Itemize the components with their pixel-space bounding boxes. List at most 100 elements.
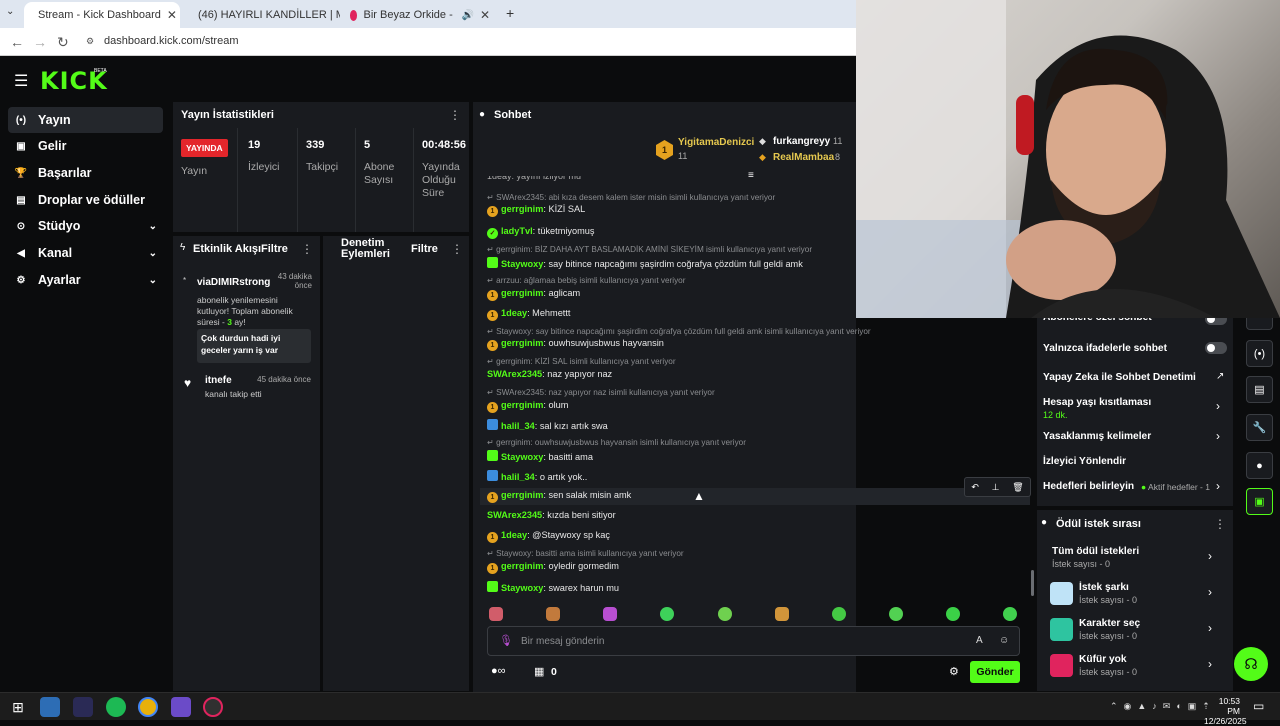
app-icon[interactable] bbox=[73, 697, 93, 717]
gifter-name[interactable]: RealMambaa bbox=[773, 152, 834, 163]
clock[interactable]: 10:53 PM 12/26/2025 bbox=[1204, 696, 1247, 726]
chat-scrollbar[interactable] bbox=[1031, 570, 1034, 596]
emote-icon[interactable] bbox=[1003, 607, 1017, 621]
chat-username[interactable]: Staywoxy bbox=[501, 259, 543, 269]
sidebar-item-gelir[interactable]: ▣ Gelir bbox=[8, 133, 163, 159]
quick-action-button[interactable] bbox=[1246, 318, 1273, 330]
chat-username[interactable]: Staywoxy bbox=[501, 452, 543, 462]
chat-message[interactable]: 1 gerrginim: olum bbox=[487, 400, 568, 413]
chat-message[interactable]: ✓ ladyTvl: tüketmiyomuş bbox=[487, 226, 594, 239]
chat-message[interactable]: 1 gerrginim: sen salak misin amk bbox=[480, 488, 1030, 505]
channel-points-icon[interactable]: ●∞ bbox=[491, 665, 506, 677]
chat-message[interactable]: halil_34: sal kızı artık swa bbox=[487, 419, 608, 431]
sidebar-item-studyo[interactable]: ⊙ Stüdyo ⌄ bbox=[8, 213, 163, 239]
clapper-icon[interactable]: ▣ bbox=[1246, 488, 1273, 515]
close-icon[interactable]: ✕ bbox=[167, 8, 177, 22]
close-icon[interactable]: ✕ bbox=[480, 8, 490, 22]
chat-message[interactable]: Staywoxy: swarex harun mu bbox=[487, 581, 619, 593]
support-headset-button[interactable]: ☊ bbox=[1234, 647, 1268, 681]
chat-message[interactable]: 1 gerrginim: oyledir gormedim bbox=[487, 561, 619, 574]
chat-username[interactable]: gerrginim bbox=[501, 490, 543, 500]
chevron-right-icon[interactable]: › bbox=[1216, 429, 1220, 443]
chat-input[interactable]: Bir mesaj gönderin bbox=[521, 636, 604, 647]
app-icon[interactable] bbox=[40, 697, 60, 717]
url-field[interactable]: dashboard.kick.com/stream bbox=[104, 35, 239, 47]
activity-user[interactable]: itnefe bbox=[205, 375, 232, 386]
emote-icon[interactable] bbox=[775, 607, 789, 621]
setting-banned-words[interactable]: Yasaklanmış kelimeler bbox=[1043, 431, 1151, 442]
chat-username[interactable]: gerrginim bbox=[501, 400, 543, 410]
points-action-icon[interactable]: ● bbox=[1246, 452, 1273, 479]
chat-message[interactable]: 1 gerrginim: KİZİ SAL bbox=[487, 204, 585, 217]
chat-username[interactable]: SWArex2345 bbox=[487, 510, 542, 520]
chat-username[interactable]: 1deay bbox=[501, 308, 527, 318]
emote-icon[interactable] bbox=[603, 607, 617, 621]
emote-icon[interactable] bbox=[718, 607, 732, 621]
chat-message[interactable]: 1 gerrginim: ouwhsuwjusbwus hayvansin bbox=[487, 338, 664, 351]
chat-message[interactable]: 1 1deay: @Staywoxy sp kaç bbox=[487, 530, 610, 543]
chat-username[interactable]: Staywoxy bbox=[501, 583, 543, 593]
chat-message[interactable]: SWArex2345: kızda beni sitiyor bbox=[487, 510, 616, 520]
chat-username[interactable]: ladyTvl bbox=[501, 226, 533, 236]
app-icon[interactable] bbox=[171, 697, 191, 717]
filter-button[interactable]: Filtre bbox=[411, 243, 438, 255]
chat-username[interactable]: gerrginim bbox=[501, 288, 543, 298]
emote-icon[interactable] bbox=[546, 607, 560, 621]
wrench-icon[interactable]: 🔧 bbox=[1246, 414, 1273, 441]
filter-button[interactable]: Filtre bbox=[261, 243, 288, 255]
gift-box-icon[interactable]: ▦ bbox=[534, 665, 544, 678]
translate-icon[interactable]: A bbox=[976, 635, 983, 646]
more-options-icon[interactable]: ⋮ bbox=[449, 108, 461, 122]
more-options-icon[interactable]: ⋮ bbox=[451, 242, 463, 256]
delete-icon[interactable]: 🗑 bbox=[1012, 482, 1023, 493]
tab-youtube-2[interactable]: Bir Beyaz Orkide - YouTube 🔊 ✕ bbox=[342, 2, 498, 28]
chat-username[interactable]: 1deay bbox=[501, 530, 527, 540]
chat-username[interactable]: gerrginim bbox=[501, 204, 543, 214]
reply-icon[interactable]: ↶ bbox=[971, 482, 979, 493]
microphone-icon[interactable]: 🎙 bbox=[499, 634, 513, 647]
chrome-icon[interactable] bbox=[138, 697, 158, 717]
system-tray-icons[interactable]: ⌃◉▲♪✉◐▣⇡ bbox=[1110, 701, 1216, 712]
chat-message[interactable]: 1 gerrginim: aglicam bbox=[487, 288, 580, 301]
reward-song-request[interactable]: İstek şarkı İstek sayısı - 0 bbox=[1079, 582, 1137, 605]
chat-message[interactable]: 1 1deay: Mehmettt bbox=[487, 308, 570, 321]
chat-message[interactable]: Staywoxy: say bitince napcağımı şaşirdim… bbox=[487, 257, 803, 269]
emote-icon[interactable] bbox=[946, 607, 960, 621]
chat-username[interactable]: gerrginim bbox=[501, 561, 543, 571]
collapse-icon[interactable]: ≡ bbox=[748, 170, 754, 181]
sidebar-item-droplar[interactable]: ▤ Droplar ve ödüller bbox=[8, 187, 163, 213]
chevron-right-icon[interactable]: › bbox=[1216, 399, 1220, 413]
top-gifter-name[interactable]: YigitamaDenizci bbox=[678, 137, 754, 148]
menu-icon[interactable]: ☰ bbox=[14, 71, 28, 91]
forward-icon[interactable]: → bbox=[33, 34, 47, 50]
sidebar-item-ayarlar[interactable]: ⚙ Ayarlar ⌄ bbox=[8, 267, 163, 293]
emote-icon[interactable] bbox=[489, 607, 503, 621]
reward-all-requests[interactable]: Tüm ödül istekleri İstek sayısı - 0 bbox=[1052, 546, 1139, 569]
chat-username[interactable]: halil_34 bbox=[501, 421, 535, 431]
layout-action-icon[interactable]: ▤ bbox=[1246, 376, 1273, 403]
new-tab-button[interactable]: + bbox=[506, 5, 514, 21]
chevron-right-icon[interactable]: › bbox=[1208, 621, 1212, 635]
reward-character-select[interactable]: Karakter seç İstek sayısı - 0 bbox=[1079, 618, 1140, 641]
back-icon[interactable]: ← bbox=[10, 34, 24, 50]
chevron-right-icon[interactable]: › bbox=[1208, 657, 1212, 671]
chat-message[interactable]: Staywoxy: basitti ama bbox=[487, 450, 593, 462]
chevron-right-icon[interactable]: › bbox=[1208, 549, 1212, 563]
spotify-icon[interactable] bbox=[106, 697, 126, 717]
chat-input-box[interactable]: 🎙 Bir mesaj gönderin A ☺ bbox=[487, 626, 1020, 656]
broadcast-action-icon[interactable]: (•) bbox=[1246, 340, 1273, 367]
tab-kick-dashboard[interactable]: Stream - Kick Dashboard ✕ bbox=[24, 2, 180, 28]
sidebar-item-yayin[interactable]: (•) Yayın bbox=[8, 107, 163, 133]
windows-start-icon[interactable]: ⊞ bbox=[8, 697, 28, 717]
sidebar-item-kanal[interactable]: ◀ Kanal ⌄ bbox=[8, 240, 163, 266]
external-link-icon[interactable]: ↗ bbox=[1216, 371, 1224, 382]
tab-search-icon[interactable]: ⌄ bbox=[6, 6, 14, 17]
emote-only-toggle[interactable] bbox=[1205, 342, 1227, 354]
setting-goals[interactable]: Hedefleri belirleyin bbox=[1043, 481, 1134, 492]
activity-user[interactable]: viaDIMIRstrong bbox=[197, 277, 270, 288]
site-info-icon[interactable]: ⚙ bbox=[86, 36, 94, 47]
chat-message[interactable]: SWArex2345: naz yapıyor naz bbox=[487, 369, 612, 379]
send-button[interactable]: Gönder bbox=[970, 661, 1020, 683]
chevron-right-icon[interactable]: › bbox=[1216, 479, 1220, 493]
more-options-icon[interactable]: ⋮ bbox=[301, 242, 313, 256]
